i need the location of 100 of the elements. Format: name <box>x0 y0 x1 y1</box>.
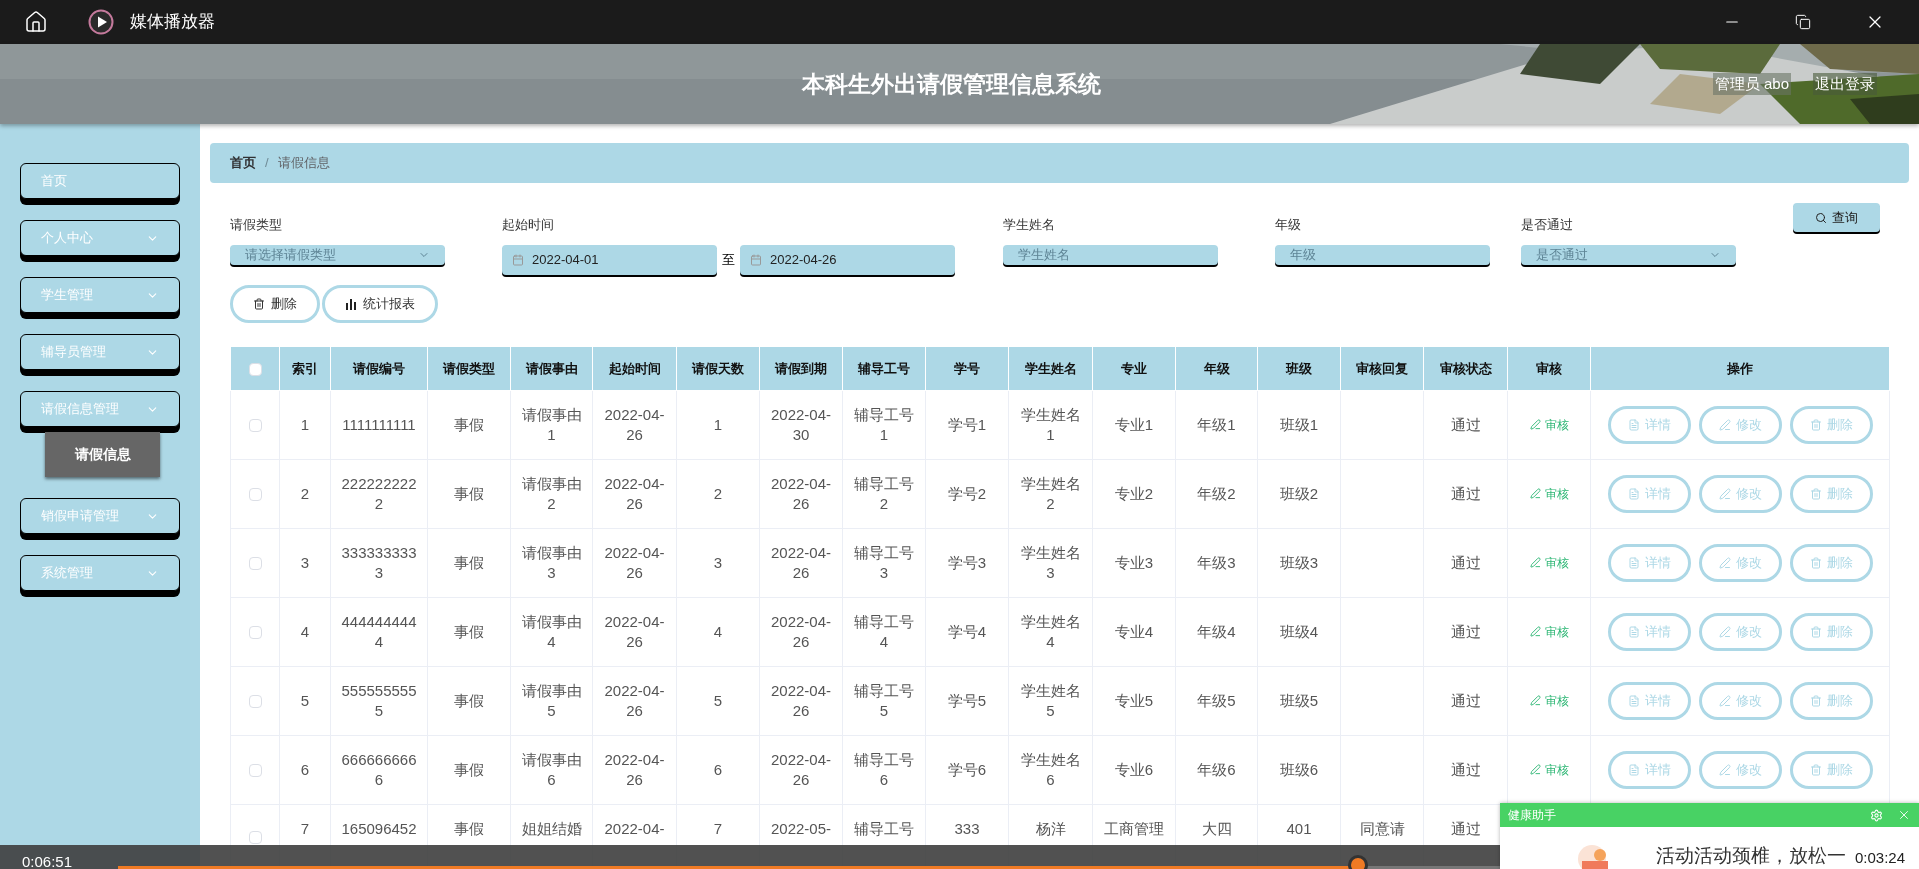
pen-icon <box>1718 557 1731 569</box>
detail-button[interactable]: 详情 <box>1607 751 1691 789</box>
delete-button[interactable]: 删除 <box>230 285 320 323</box>
text-field[interactable]: 学生姓名 <box>1003 244 1218 265</box>
edit-button[interactable]: 修改 <box>1698 613 1782 651</box>
table-cell: 2022-04-26 <box>759 528 843 598</box>
row-checkbox[interactable] <box>248 764 262 778</box>
document-icon <box>1627 695 1640 707</box>
table-cell: 学生姓名5 <box>1008 666 1093 736</box>
table-cell: 通过 <box>1423 528 1508 598</box>
pen-icon <box>1718 626 1731 638</box>
column-header: 请假到期 <box>759 346 843 391</box>
table-cell: 学号1 <box>925 390 1009 460</box>
bar-chart-icon <box>345 298 357 310</box>
table-cell: 2022-04-30 <box>759 390 843 460</box>
document-icon <box>1627 557 1640 569</box>
row-checkbox[interactable] <box>248 831 262 845</box>
table-cell: 6666666666 <box>330 735 428 805</box>
table-cell: 2022-04-26 <box>759 459 843 529</box>
detail-button[interactable]: 详情 <box>1607 544 1691 582</box>
pen-icon <box>1529 764 1541 775</box>
table-cell: 事假 <box>427 528 511 598</box>
window-title: 媒体播放器 <box>130 11 215 34</box>
select-field[interactable]: 是否通过 <box>1521 244 1736 265</box>
detail-button[interactable]: 详情 <box>1607 475 1691 513</box>
delete-button[interactable]: 删除 <box>1789 613 1873 651</box>
home-icon[interactable] <box>24 10 48 34</box>
date-field[interactable]: 2022-04-26 <box>740 244 955 275</box>
review-link[interactable]: 审核 <box>1529 415 1569 434</box>
table-cell: 3 <box>676 528 760 598</box>
delete-button[interactable]: 删除 <box>1789 544 1873 582</box>
table-cell: 4444444444 <box>330 597 428 667</box>
edit-button[interactable]: 修改 <box>1698 682 1782 720</box>
table-cell: 5 <box>279 666 331 736</box>
table-cell: 班级2 <box>1257 459 1341 529</box>
elapsed-time: 0:06:51 <box>22 851 73 869</box>
search-button[interactable]: 查询 <box>1793 203 1880 232</box>
row-checkbox[interactable] <box>248 557 262 571</box>
delete-button[interactable]: 删除 <box>1789 475 1873 513</box>
table-cell: 事假 <box>427 597 511 667</box>
table-cell: 请假事由5 <box>510 666 593 736</box>
edit-button[interactable]: 修改 <box>1698 406 1782 444</box>
pen-icon <box>1718 488 1731 500</box>
table-cell: 2022-04-26 <box>759 735 843 805</box>
select-field[interactable]: 请选择请假类型 <box>230 244 445 265</box>
user-name: 管理员 abo <box>1712 72 1791 96</box>
row-checkbox[interactable] <box>248 488 262 502</box>
table-cell: 6 <box>676 735 760 805</box>
filter-label: 学生姓名 <box>1003 216 1056 234</box>
column-header: 请假天数 <box>676 346 760 391</box>
column-header: 辅导工号 <box>842 346 926 391</box>
delete-button[interactable]: 删除 <box>1789 751 1873 789</box>
pen-icon <box>1529 419 1541 430</box>
detail-button[interactable]: 详情 <box>1607 406 1691 444</box>
pen-icon <box>1529 695 1541 706</box>
review-link[interactable]: 审核 <box>1529 691 1569 710</box>
column-header: 学号 <box>925 346 1009 391</box>
column-header: 班级 <box>1257 346 1341 391</box>
detail-button[interactable]: 详情 <box>1607 682 1691 720</box>
review-link[interactable]: 审核 <box>1529 622 1569 641</box>
select-all-checkbox[interactable] <box>248 362 262 376</box>
table-cell: 班级3 <box>1257 528 1341 598</box>
table-cell: 学生姓名4 <box>1008 597 1093 667</box>
table-cell: 班级6 <box>1257 735 1341 805</box>
detail-button[interactable]: 详情 <box>1607 613 1691 651</box>
review-link[interactable]: 审核 <box>1529 553 1569 572</box>
settings-icon[interactable] <box>1870 808 1883 822</box>
table-cell: 学生姓名3 <box>1008 528 1093 598</box>
pen-icon <box>1718 764 1731 776</box>
table-cell: 请假事由6 <box>510 735 593 805</box>
text-field[interactable]: 年级 <box>1275 244 1490 265</box>
sidebar-subitem[interactable]: 请假信息 <box>45 432 160 477</box>
edit-button[interactable]: 修改 <box>1698 751 1782 789</box>
report-button[interactable]: 统计报表 <box>322 285 438 323</box>
breadcrumb-item[interactable]: 首页 <box>230 153 256 173</box>
table-cell: 2 <box>676 459 760 529</box>
restore-icon[interactable] <box>1795 14 1811 30</box>
review-link[interactable]: 审核 <box>1529 484 1569 503</box>
filter-label: 是否通过 <box>1521 216 1574 234</box>
filter-label: 请假类型 <box>230 216 283 234</box>
filter-label: 起始时间 <box>502 216 555 234</box>
logout-link[interactable]: 退出登录 <box>1813 72 1877 96</box>
edit-button[interactable]: 修改 <box>1698 544 1782 582</box>
review-link[interactable]: 审核 <box>1529 760 1569 779</box>
edit-button[interactable]: 修改 <box>1698 475 1782 513</box>
table-cell: 通过 <box>1423 735 1508 805</box>
table-cell: 通过 <box>1423 597 1508 667</box>
column-header: 请假编号 <box>330 346 428 391</box>
row-checkbox[interactable] <box>248 626 262 640</box>
delete-button[interactable]: 删除 <box>1789 406 1873 444</box>
row-checkbox[interactable] <box>248 695 262 709</box>
table-cell: 专业6 <box>1092 735 1176 805</box>
row-checkbox[interactable] <box>248 419 262 433</box>
delete-button[interactable]: 删除 <box>1789 682 1873 720</box>
table-cell: 事假 <box>427 390 511 460</box>
trash-icon <box>1809 557 1822 569</box>
column-header: 请假类型 <box>427 346 511 391</box>
table-cell: 4 <box>676 597 760 667</box>
date-field[interactable]: 2022-04-01 <box>502 244 717 275</box>
table-cell: 专业1 <box>1092 390 1176 460</box>
